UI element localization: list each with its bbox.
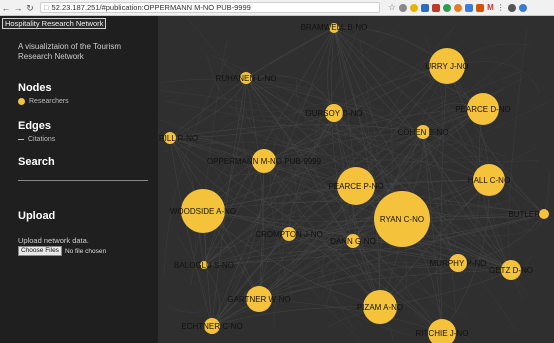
researcher-node[interactable]: DANN G-NO [330,234,376,248]
edges-legend-label: Citations [28,136,56,143]
back-icon[interactable]: ← [0,0,12,16]
upload-description: Upload network data. [18,236,89,245]
extension-icon[interactable] [421,3,430,12]
extension-icon[interactable] [507,3,516,12]
researcher-node-label: COHEN E-NO [397,128,448,137]
researcher-node-label: PEARCE D-NO [455,105,511,114]
choose-files-button[interactable]: Choose Files [18,246,62,256]
extension-icon[interactable] [432,3,441,12]
researcher-node-label: GARTNER W-NO [227,295,290,304]
extension-icon[interactable] [399,3,408,12]
researcher-node-label: WOODSIDE A-NO [170,207,236,216]
researcher-node-label: RYAN C-NO [380,215,424,224]
no-file-text: No file chosen [64,247,107,255]
file-input[interactable]: Choose Files No file chosen [18,246,106,256]
researcher-node[interactable]: BALOGLU S-NO [174,261,234,270]
citation-edge [258,298,443,334]
researcher-node[interactable]: BRAMWELL B-NO [301,23,368,33]
browser-toolbar: ← → ↻ □ 52.23.187.251 /#publication:OPPE… [0,0,554,16]
citation-edge [166,234,207,314]
researcher-node-label: HALL C-NO [468,176,510,185]
address-bar[interactable]: □ 52.23.187.251 /#publication:OPPERMANN … [40,2,380,13]
researcher-node[interactable]: RUHANEN L-NO [216,72,277,84]
researcher-node-label: PIZAM A-NO [357,303,403,312]
extension-icon[interactable] [476,3,485,12]
researcher-node[interactable]: RYAN C-NO [374,191,430,247]
researcher-node-label: OPPERMANN M-NO PUB-9999 [207,157,322,166]
extension-icons: ☆ M ⋮ [388,2,527,13]
researcher-node-label: RITCHIE J-NO [416,329,469,338]
extension-icon[interactable] [454,3,463,12]
researcher-node-label: ECHTNER C-NO [181,322,242,331]
researcher-node-label: PEARCE P-NO [328,182,383,191]
researcher-dot-icon [18,98,25,105]
extension-icon[interactable] [518,3,527,12]
logo-link[interactable]: Hospitality Research Network [2,18,107,29]
researcher-node[interactable]: PEARCE D-NO [455,93,511,125]
researcher-node-circle[interactable] [539,209,549,219]
page-icon: □ [44,3,49,12]
edges-legend: Citations [18,136,55,143]
researcher-node-label: GURSOY D-NO [305,109,362,118]
citation-edge [379,269,512,308]
extension-icon[interactable] [465,3,474,12]
researcher-node-label: BUTLER [508,210,540,219]
menu-icon[interactable]: ⋮ [497,3,505,12]
network-graph-canvas[interactable]: BRAMWELL B-NO URRY J-NO RUHANEN L-NO PEARCE… [158,16,554,343]
researcher-node-label: BRAMWELL B-NO [301,23,368,32]
researcher-node[interactable]: CROMPTON J-NO [255,227,323,241]
edges-heading: Edges [18,120,52,132]
reload-icon[interactable]: ↻ [24,0,36,16]
upload-heading: Upload [18,210,56,222]
extension-icon[interactable] [443,3,452,12]
researcher-node-label: HARRILL R-NO [158,134,198,143]
search-heading: Search [18,156,55,168]
researcher-node-label: RUHANEN L-NO [216,74,277,83]
nodes-legend: Researchers [18,98,69,105]
citation-edge [508,26,532,273]
network-graph[interactable]: BRAMWELL B-NO URRY J-NO RUHANEN L-NO PEARCE… [158,16,554,343]
forward-icon[interactable]: → [12,0,24,16]
researcher-node[interactable]: HARRILL R-NO [158,132,198,144]
citation-line-icon [18,139,24,140]
logo-text: Hospitality Research Network [5,19,104,28]
researcher-node[interactable]: URRY J-NO [425,48,469,84]
researcher-node-label: DANN G-NO [330,237,376,246]
researcher-node[interactable]: BUTLER [508,209,549,219]
sidebar: Hospitality Research Network A visualizt… [0,16,158,343]
search-input[interactable] [18,180,148,181]
url-host: 52.23.187.251 [51,3,100,12]
researcher-node-label: BALOGLU S-NO [174,261,234,270]
url-path: /#publication:OPPERMANN M-NO PUB-9999 [99,3,251,12]
nodes-heading: Nodes [18,82,52,94]
star-icon[interactable]: ☆ [388,2,396,13]
researcher-node[interactable]: GARTNER W-NO [227,286,291,312]
extension-icon[interactable] [410,3,419,12]
researcher-node[interactable]: RITCHIE J-NO [416,319,469,343]
researcher-node-label: URRY J-NO [425,62,468,71]
citation-edge [359,41,393,191]
researcher-node[interactable]: MURPHY P-NO [430,254,487,272]
tagline: A visualiztaion of the Tourism Research … [18,42,122,61]
researcher-node-label: CROMPTON J-NO [255,230,322,239]
nodes-legend-label: Researchers [29,98,69,105]
gmail-icon[interactable]: M [487,3,494,12]
nodes-layer: BRAMWELL B-NO URRY J-NO RUHANEN L-NO PEARCE… [158,23,549,343]
researcher-node-label: GETZ D-NO [489,266,533,275]
researcher-node[interactable]: COHEN E-NO [397,125,449,139]
researcher-node-label: MURPHY P-NO [430,259,487,268]
researcher-node[interactable]: HALL C-NO [468,164,510,196]
